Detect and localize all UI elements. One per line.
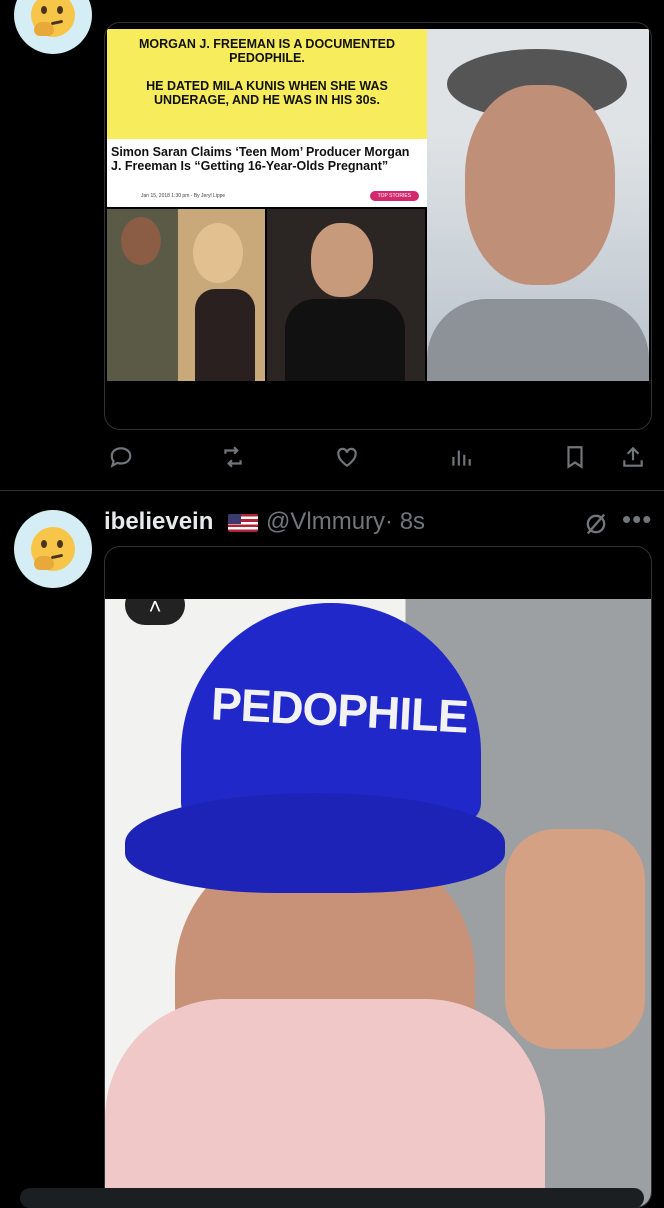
retweet-icon[interactable] <box>216 440 250 474</box>
tweet2-header: ibelievein @Vlmmury· 8s ••• <box>104 504 652 540</box>
grok-icon[interactable] <box>582 510 610 538</box>
photo-couple <box>107 209 265 381</box>
article-headline: Simon Saran Claims ‘Teen Mom’ Producer M… <box>111 145 410 173</box>
user-handle: @Vlmmury <box>266 508 386 535</box>
blue-hat: PEDOPHILE <box>125 603 505 923</box>
display-name[interactable]: ibelievein <box>104 508 213 536</box>
avatar-tweet1[interactable] <box>14 0 92 54</box>
handle-and-time[interactable]: @Vlmmury· 8s <box>266 508 425 536</box>
avatar-tweet2[interactable] <box>14 510 92 588</box>
meme-text-panel: MORGAN J. FREEMAN IS A DOCUMENTED PEDOPH… <box>107 29 427 139</box>
article-panel: Simon Saran Claims ‘Teen Mom’ Producer M… <box>107 139 427 207</box>
bookmark-icon[interactable] <box>558 440 592 474</box>
post-time: · 8s <box>385 508 426 535</box>
tweet-divider <box>0 490 664 491</box>
like-icon[interactable] <box>330 440 364 474</box>
meme-text-line-2: HE DATED MILA KUNIS WHEN SHE WAS UNDERAG… <box>146 79 388 107</box>
action-bar-tweet1 <box>104 440 650 474</box>
top-stories-badge: TOP STORIES <box>369 191 419 201</box>
photo-man-suit <box>267 209 425 381</box>
share-icon[interactable] <box>616 440 650 474</box>
views-icon[interactable] <box>444 440 478 474</box>
reply-icon[interactable] <box>104 440 138 474</box>
photo-man-portrait <box>427 29 649 381</box>
meme-text-line-1: MORGAN J. FREEMAN IS A DOCUMENTED PEDOPH… <box>138 37 396 65</box>
article-byline: Jan 15, 2018 1:30 pm - By Jeryl Lippe <box>141 193 226 199</box>
photo-hat-selfie: ˄ PEDOPHILE <box>105 599 651 1207</box>
media-card-tweet1[interactable]: MORGAN J. FREEMAN IS A DOCUMENTED PEDOPH… <box>104 22 652 430</box>
us-flag-icon <box>228 514 258 532</box>
bottom-bar[interactable] <box>20 1188 644 1208</box>
media-card-tweet2[interactable]: ˄ PEDOPHILE <box>104 546 652 1208</box>
more-icon[interactable]: ••• <box>622 504 652 535</box>
